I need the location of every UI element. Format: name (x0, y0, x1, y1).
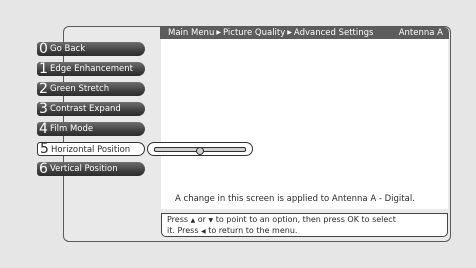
menu-item-label: Vertical Position (50, 164, 118, 174)
menu-item-label: Horizontal Position (51, 145, 131, 155)
help-text: Press ▲ or ▼ to point to an option, then… (161, 213, 448, 237)
horizontal-position-slider[interactable] (147, 142, 253, 156)
help-text-part: it. Press (167, 226, 199, 235)
menu-item-number: 2 (39, 81, 48, 97)
menu-item-number: 3 (39, 101, 48, 117)
menu-item-label: Contrast Expand (50, 104, 121, 114)
help-text-part: to return to the menu. (208, 226, 298, 235)
breadcrumb-separator-icon: ▶ (216, 29, 221, 36)
arrow-up-icon: ▲ (190, 217, 196, 224)
antenna-change-note: A change in this screen is applied to An… (175, 194, 415, 204)
menu-item-label: Film Mode (50, 124, 94, 134)
antenna-label: Antenna A (398, 28, 443, 38)
help-text-part: to point to an option, then press OK to … (215, 215, 396, 224)
arrow-left-icon: ◀ (201, 228, 206, 235)
menu-item-film-mode[interactable]: 4 Film Mode (37, 121, 145, 137)
menu-item-go-back[interactable]: 0 Go Back (37, 41, 145, 57)
menu-item-vertical-position[interactable]: 6 Vertical Position (37, 161, 145, 177)
menu-item-horizontal-position[interactable]: 5 Horizontal Position (37, 141, 145, 157)
menu-item-number: 4 (39, 121, 48, 137)
menu-item-label: Go Back (50, 44, 86, 54)
help-text-part: or (197, 215, 206, 224)
menu-item-number: 1 (39, 61, 48, 77)
slider-track[interactable] (154, 147, 246, 155)
help-text-part: Press (167, 215, 189, 224)
arrow-down-icon: ▼ (208, 217, 214, 224)
content-panel: A change in this screen is applied to An… (161, 39, 448, 209)
menu-item-contrast-expand[interactable]: 3 Contrast Expand (37, 101, 145, 117)
breadcrumb-separator-icon: ▶ (287, 29, 292, 36)
menu-item-number: 6 (39, 161, 48, 177)
breadcrumb-picture-quality[interactable]: Picture Quality (223, 28, 285, 38)
menu-item-label: Green Stretch (50, 84, 110, 94)
menu-item-label: Edge Enhancement (50, 64, 133, 74)
menu-item-number: 0 (39, 41, 48, 57)
breadcrumb-advanced-settings: Advanced Settings (293, 28, 374, 38)
menu-item-edge-enhancement[interactable]: 1 Edge Enhancement (37, 61, 145, 77)
menu-item-number: 5 (40, 141, 49, 157)
breadcrumb-main-menu[interactable]: Main Menu (168, 28, 214, 38)
breadcrumb-bar: Main Menu ▶ Picture Quality ▶ Advanced Setti… (160, 27, 449, 39)
slider-knob[interactable] (196, 147, 204, 155)
menu-item-green-stretch[interactable]: 2 Green Stretch (37, 81, 145, 97)
